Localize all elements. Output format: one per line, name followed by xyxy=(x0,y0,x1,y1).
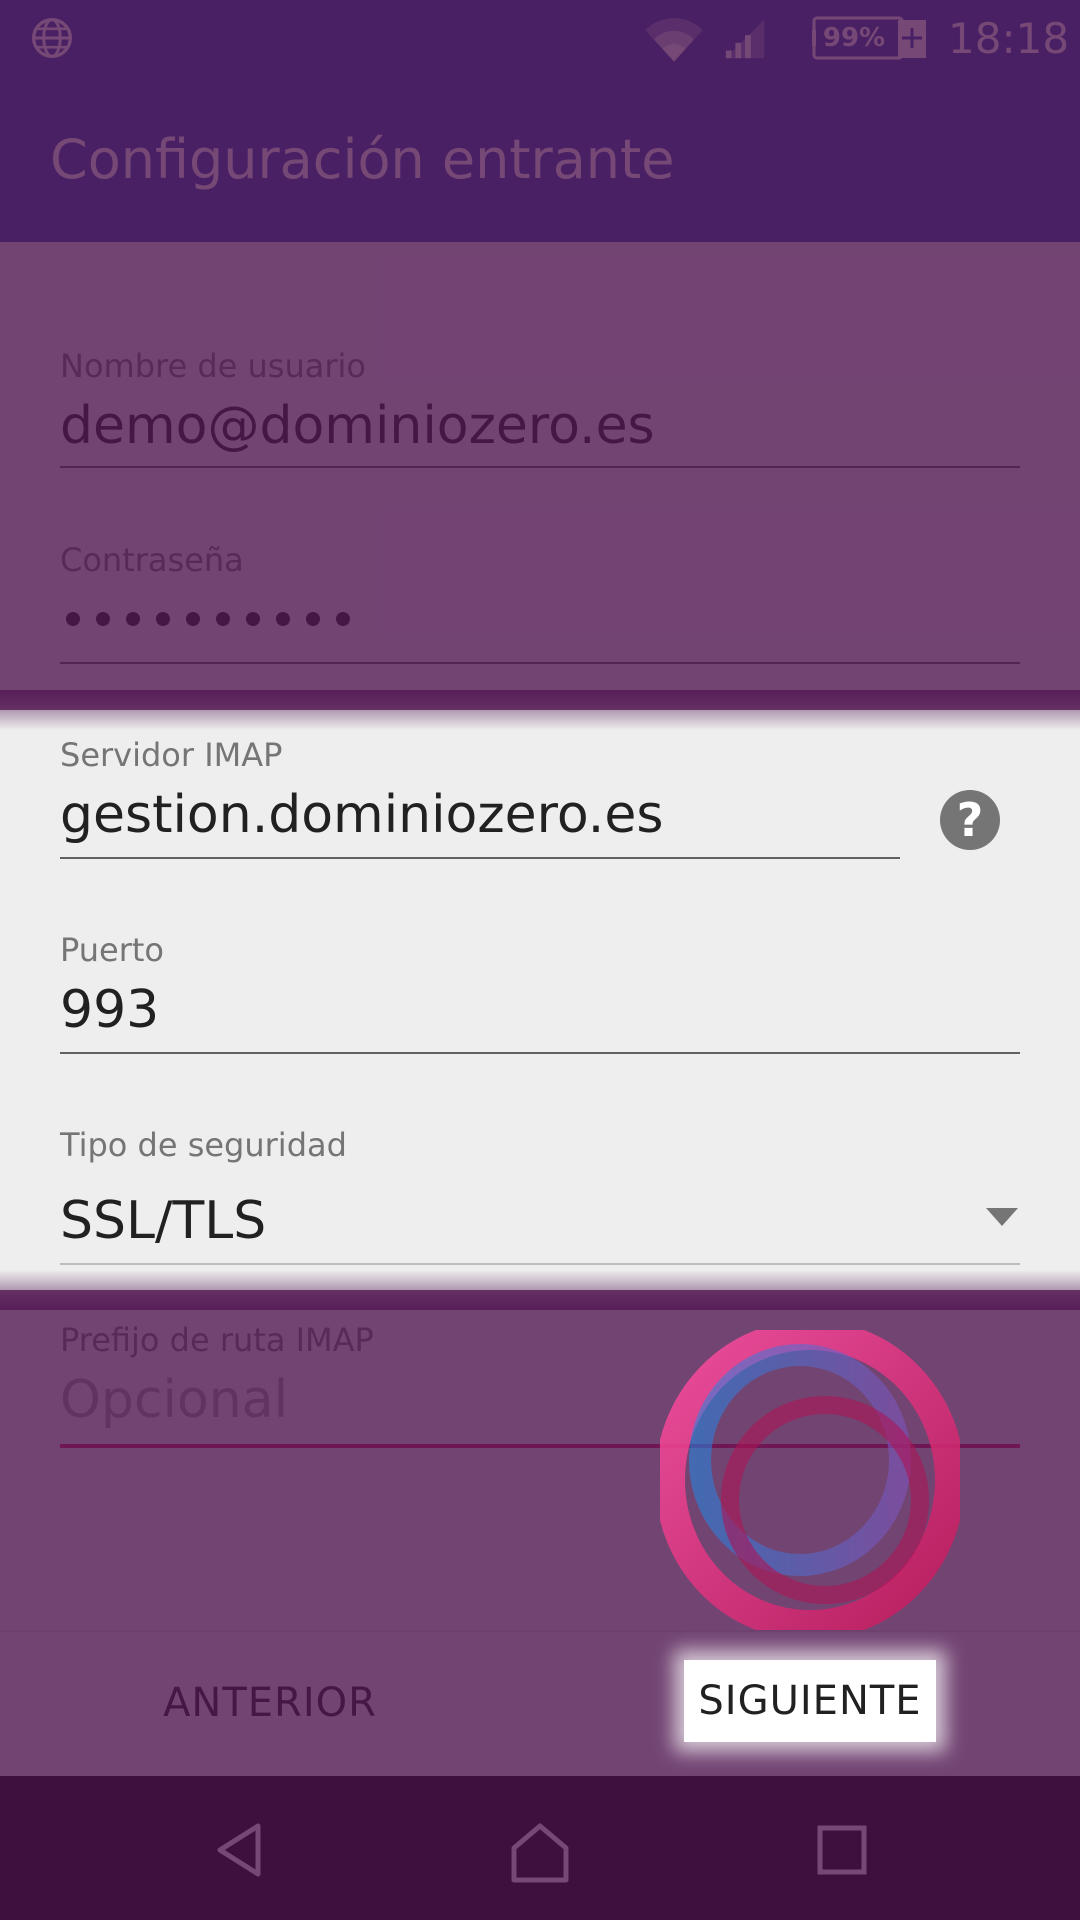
port-field[interactable]: Puerto 993 xyxy=(60,930,1020,1056)
username-label: Nombre de usuario xyxy=(60,347,366,385)
password-dot xyxy=(216,612,230,626)
screen: 99% 18:18 Configuración entrante Nombre … xyxy=(0,0,1080,1920)
imap-server-field[interactable]: Servidor IMAP gestion.dominiozero.es xyxy=(60,735,1020,861)
username-field[interactable]: Nombre de usuario demo@dominiozero.es xyxy=(60,346,1020,470)
password-dot xyxy=(156,612,170,626)
username-underline xyxy=(60,466,1020,468)
app-bar: Configuración entrante xyxy=(0,76,1080,242)
password-dot xyxy=(66,612,80,626)
brand-logo xyxy=(660,1330,960,1630)
password-label: Contraseña xyxy=(60,541,244,579)
imap-server-label: Servidor IMAP xyxy=(60,736,283,774)
security-type-field[interactable]: Tipo de seguridad SSL/TLS xyxy=(60,1125,1020,1267)
recents-icon[interactable] xyxy=(814,1822,870,1878)
port-underline xyxy=(60,1052,1020,1054)
password-dot xyxy=(306,612,320,626)
imap-path-prefix-label: Prefijo de ruta IMAP xyxy=(60,1321,374,1359)
password-dot xyxy=(126,612,140,626)
password-dot xyxy=(186,612,200,626)
password-dot xyxy=(96,612,110,626)
password-input[interactable] xyxy=(66,612,350,626)
overlay-fade-top xyxy=(0,690,1080,730)
port-label: Puerto xyxy=(60,931,164,969)
clock: 18:18 xyxy=(948,14,1070,63)
port-input[interactable]: 993 xyxy=(60,978,159,1042)
security-type-label: Tipo de seguridad xyxy=(60,1126,347,1164)
password-underline xyxy=(60,662,1020,664)
back-icon[interactable] xyxy=(210,1820,270,1880)
security-type-select[interactable]: SSL/TLS xyxy=(60,1189,266,1253)
page-title: Configuración entrante xyxy=(50,128,675,191)
password-dot xyxy=(246,612,260,626)
security-type-underline xyxy=(60,1263,1020,1265)
overlay-fade-bottom xyxy=(0,1270,1080,1310)
navigation-bar xyxy=(0,1776,1080,1920)
imap-server-input[interactable]: gestion.dominiozero.es xyxy=(60,783,663,847)
wifi-icon xyxy=(645,18,703,62)
password-dot xyxy=(336,612,350,626)
password-field[interactable]: Contraseña xyxy=(60,540,1020,664)
username-input[interactable]: demo@dominiozero.es xyxy=(60,394,655,458)
imap-server-underline xyxy=(60,857,900,859)
imap-path-prefix-input[interactable]: Opcional xyxy=(60,1368,288,1432)
status-bar: 99% 18:18 xyxy=(0,0,1080,76)
battery-percentage: 99% xyxy=(822,23,886,53)
question-circle-icon[interactable]: ? xyxy=(940,790,1000,850)
home-icon[interactable] xyxy=(506,1820,574,1884)
globe-icon xyxy=(32,18,72,58)
dropdown-arrow-icon[interactable] xyxy=(986,1208,1018,1226)
signal-icon xyxy=(725,19,765,59)
previous-button[interactable]: ANTERIOR xyxy=(160,1668,380,1738)
next-button[interactable]: SIGUIENTE xyxy=(684,1666,936,1736)
password-dot xyxy=(276,612,290,626)
